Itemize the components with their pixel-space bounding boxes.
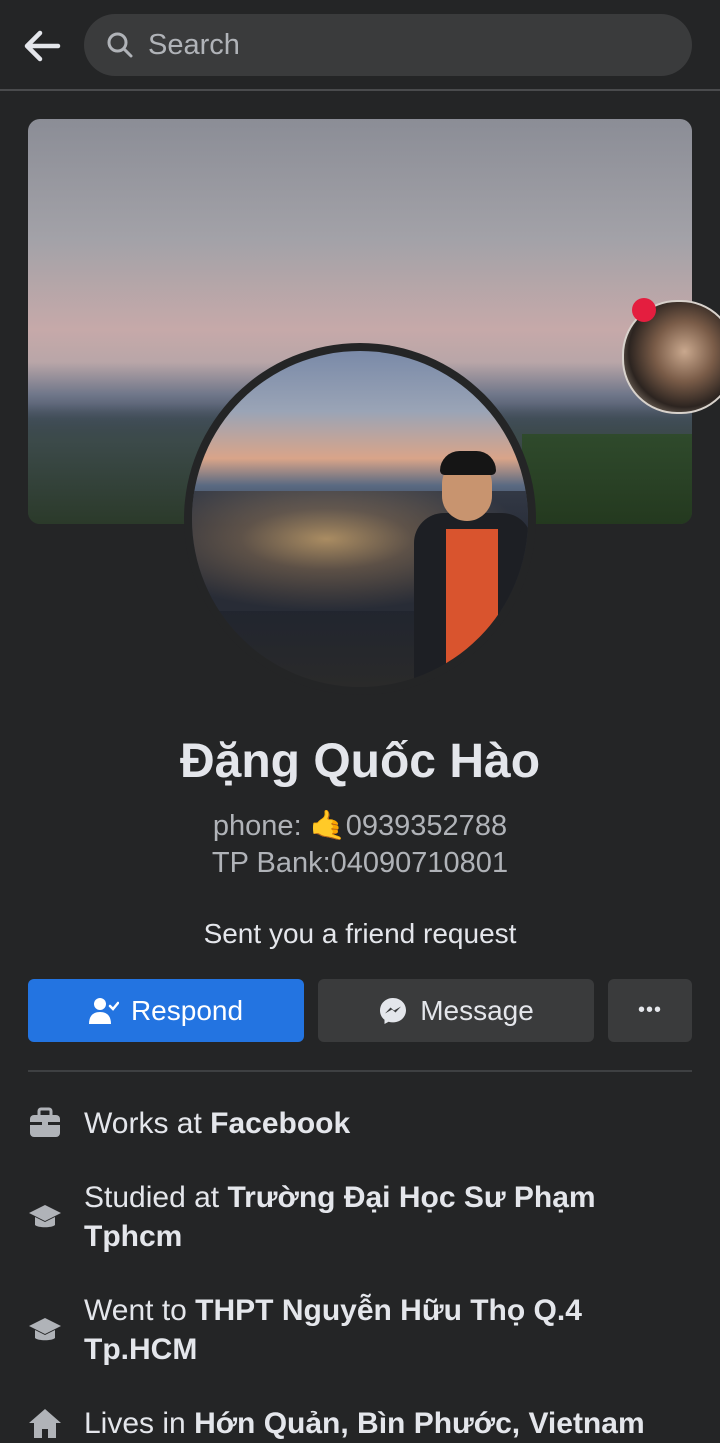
home-icon bbox=[28, 1406, 62, 1440]
bio-bank: TP Bank:04090710801 bbox=[211, 847, 509, 879]
briefcase-icon bbox=[28, 1106, 62, 1140]
profile-picture-image bbox=[192, 351, 528, 687]
detail-high-school-prefix: Went to bbox=[84, 1294, 196, 1327]
search-bar[interactable] bbox=[84, 14, 692, 76]
graduation-cap-icon bbox=[28, 1313, 62, 1347]
detail-work-value[interactable]: Facebook bbox=[210, 1107, 350, 1140]
header-divider bbox=[0, 89, 720, 91]
search-input[interactable] bbox=[146, 27, 650, 63]
profile-picture[interactable] bbox=[184, 343, 536, 695]
profile-name: Đặng Quốc Hào bbox=[179, 735, 541, 788]
detail-work: Works at Facebook bbox=[28, 1104, 692, 1143]
message-button[interactable]: Message bbox=[318, 979, 594, 1042]
detail-university-prefix: Studied at bbox=[84, 1181, 228, 1214]
messenger-icon bbox=[378, 996, 408, 1026]
notification-badge bbox=[632, 298, 656, 322]
respond-label: Respond bbox=[130, 994, 244, 1026]
friend-request-text: Sent you a friend request bbox=[203, 918, 517, 949]
arrow-left-icon bbox=[24, 30, 61, 62]
person-check-icon bbox=[88, 997, 119, 1025]
back-button[interactable] bbox=[18, 22, 66, 70]
detail-location-prefix: Lives in bbox=[84, 1407, 195, 1440]
graduation-cap-icon bbox=[28, 1200, 62, 1234]
detail-high-school: Went to THPT Nguyễn Hữu Thọ Q.4 Tp.HCM bbox=[28, 1291, 692, 1369]
profile-picture-person bbox=[414, 451, 528, 687]
person-shirt bbox=[446, 529, 498, 679]
detail-university-text: Studied at Trường Đại Học Sư Phạm Tphcm bbox=[84, 1178, 684, 1256]
cover-field bbox=[522, 434, 692, 524]
detail-location: Lives in Hớn Quản, Bìn Phước, Vietnam bbox=[28, 1404, 692, 1443]
bio-phone: phone: 🤙0939352788 bbox=[212, 810, 508, 842]
message-label: Message bbox=[420, 994, 534, 1026]
search-icon bbox=[104, 29, 136, 61]
profile-bio: phone: 🤙0939352788 TP Bank:04090710801 bbox=[0, 808, 720, 882]
detail-work-text: Works at Facebook bbox=[84, 1104, 684, 1143]
more-options-icon: ••• bbox=[637, 999, 662, 1021]
detail-work-prefix: Works at bbox=[84, 1107, 211, 1140]
person-hair bbox=[440, 451, 496, 475]
chat-head[interactable] bbox=[622, 298, 720, 414]
more-options-button[interactable]: ••• bbox=[608, 979, 692, 1042]
respond-button[interactable]: Respond bbox=[28, 979, 304, 1042]
detail-location-text: Lives in Hớn Quản, Bìn Phước, Vietnam bbox=[84, 1404, 684, 1443]
section-divider bbox=[28, 1070, 692, 1072]
top-bar bbox=[0, 0, 720, 90]
detail-university: Studied at Trường Đại Học Sư Phạm Tphcm bbox=[28, 1178, 692, 1256]
detail-high-school-text: Went to THPT Nguyễn Hữu Thọ Q.4 Tp.HCM bbox=[84, 1291, 684, 1369]
detail-location-value[interactable]: Hớn Quản, Bìn Phước, Vietnam bbox=[194, 1407, 645, 1440]
